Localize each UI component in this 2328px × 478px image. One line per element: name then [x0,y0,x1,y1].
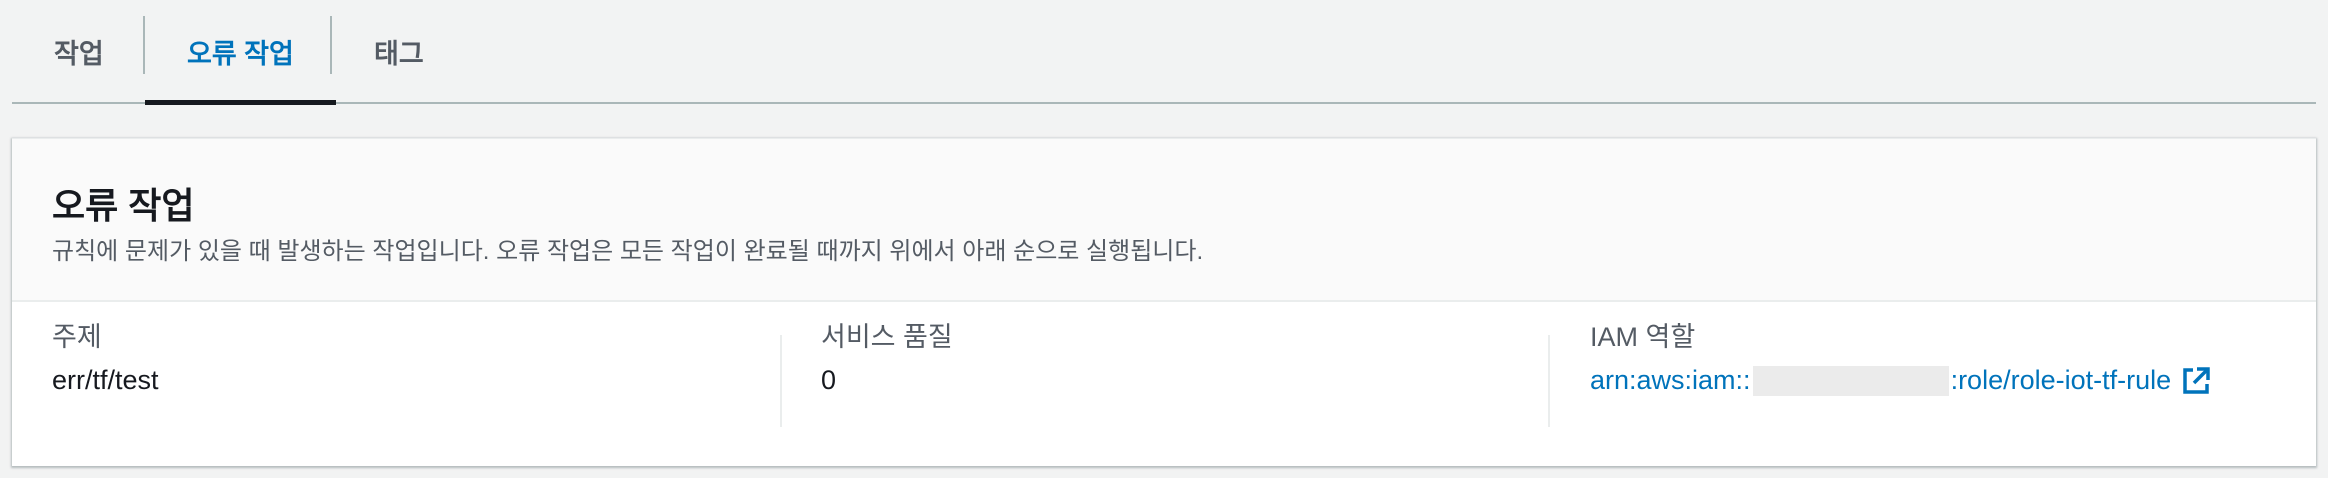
column-divider [1548,335,1550,427]
error-action-card: 오류 작업 규칙에 문제가 있을 때 발생하는 작업입니다. 오류 작업은 모든… [12,138,2316,466]
qos-value: 0 [821,365,837,395]
tab-error-action[interactable]: 오류 작업 [145,0,336,105]
tab-tags[interactable]: 태그 [332,0,466,102]
column-divider [780,335,782,427]
tab-bar: 작업 오류 작업 태그 [12,0,2316,105]
card-title: 오류 작업 [52,185,195,226]
card-header: 오류 작업 규칙에 문제가 있을 때 발생하는 작업입니다. 오류 작업은 모든… [12,139,2316,302]
topic-label: 주제 [52,322,102,352]
redacted-account-id [1752,365,1949,396]
iam-role-link[interactable]: arn:aws:iam:: :role/role-iot-tf-rule [1590,365,2211,396]
tab-actions[interactable]: 작업 [12,0,146,102]
external-link-icon [2181,366,2211,396]
iam-role-link-suffix: :role/role-iot-tf-rule [1950,365,2172,395]
qos-label: 서비스 품질 [821,322,953,352]
iam-role-link-prefix: arn:aws:iam:: [1590,365,1751,395]
topic-value: err/tf/test [52,365,159,395]
card-description: 규칙에 문제가 있을 때 발생하는 작업입니다. 오류 작업은 모든 작업이 완… [52,238,1204,265]
iam-role-label: IAM 역할 [1590,322,1696,352]
